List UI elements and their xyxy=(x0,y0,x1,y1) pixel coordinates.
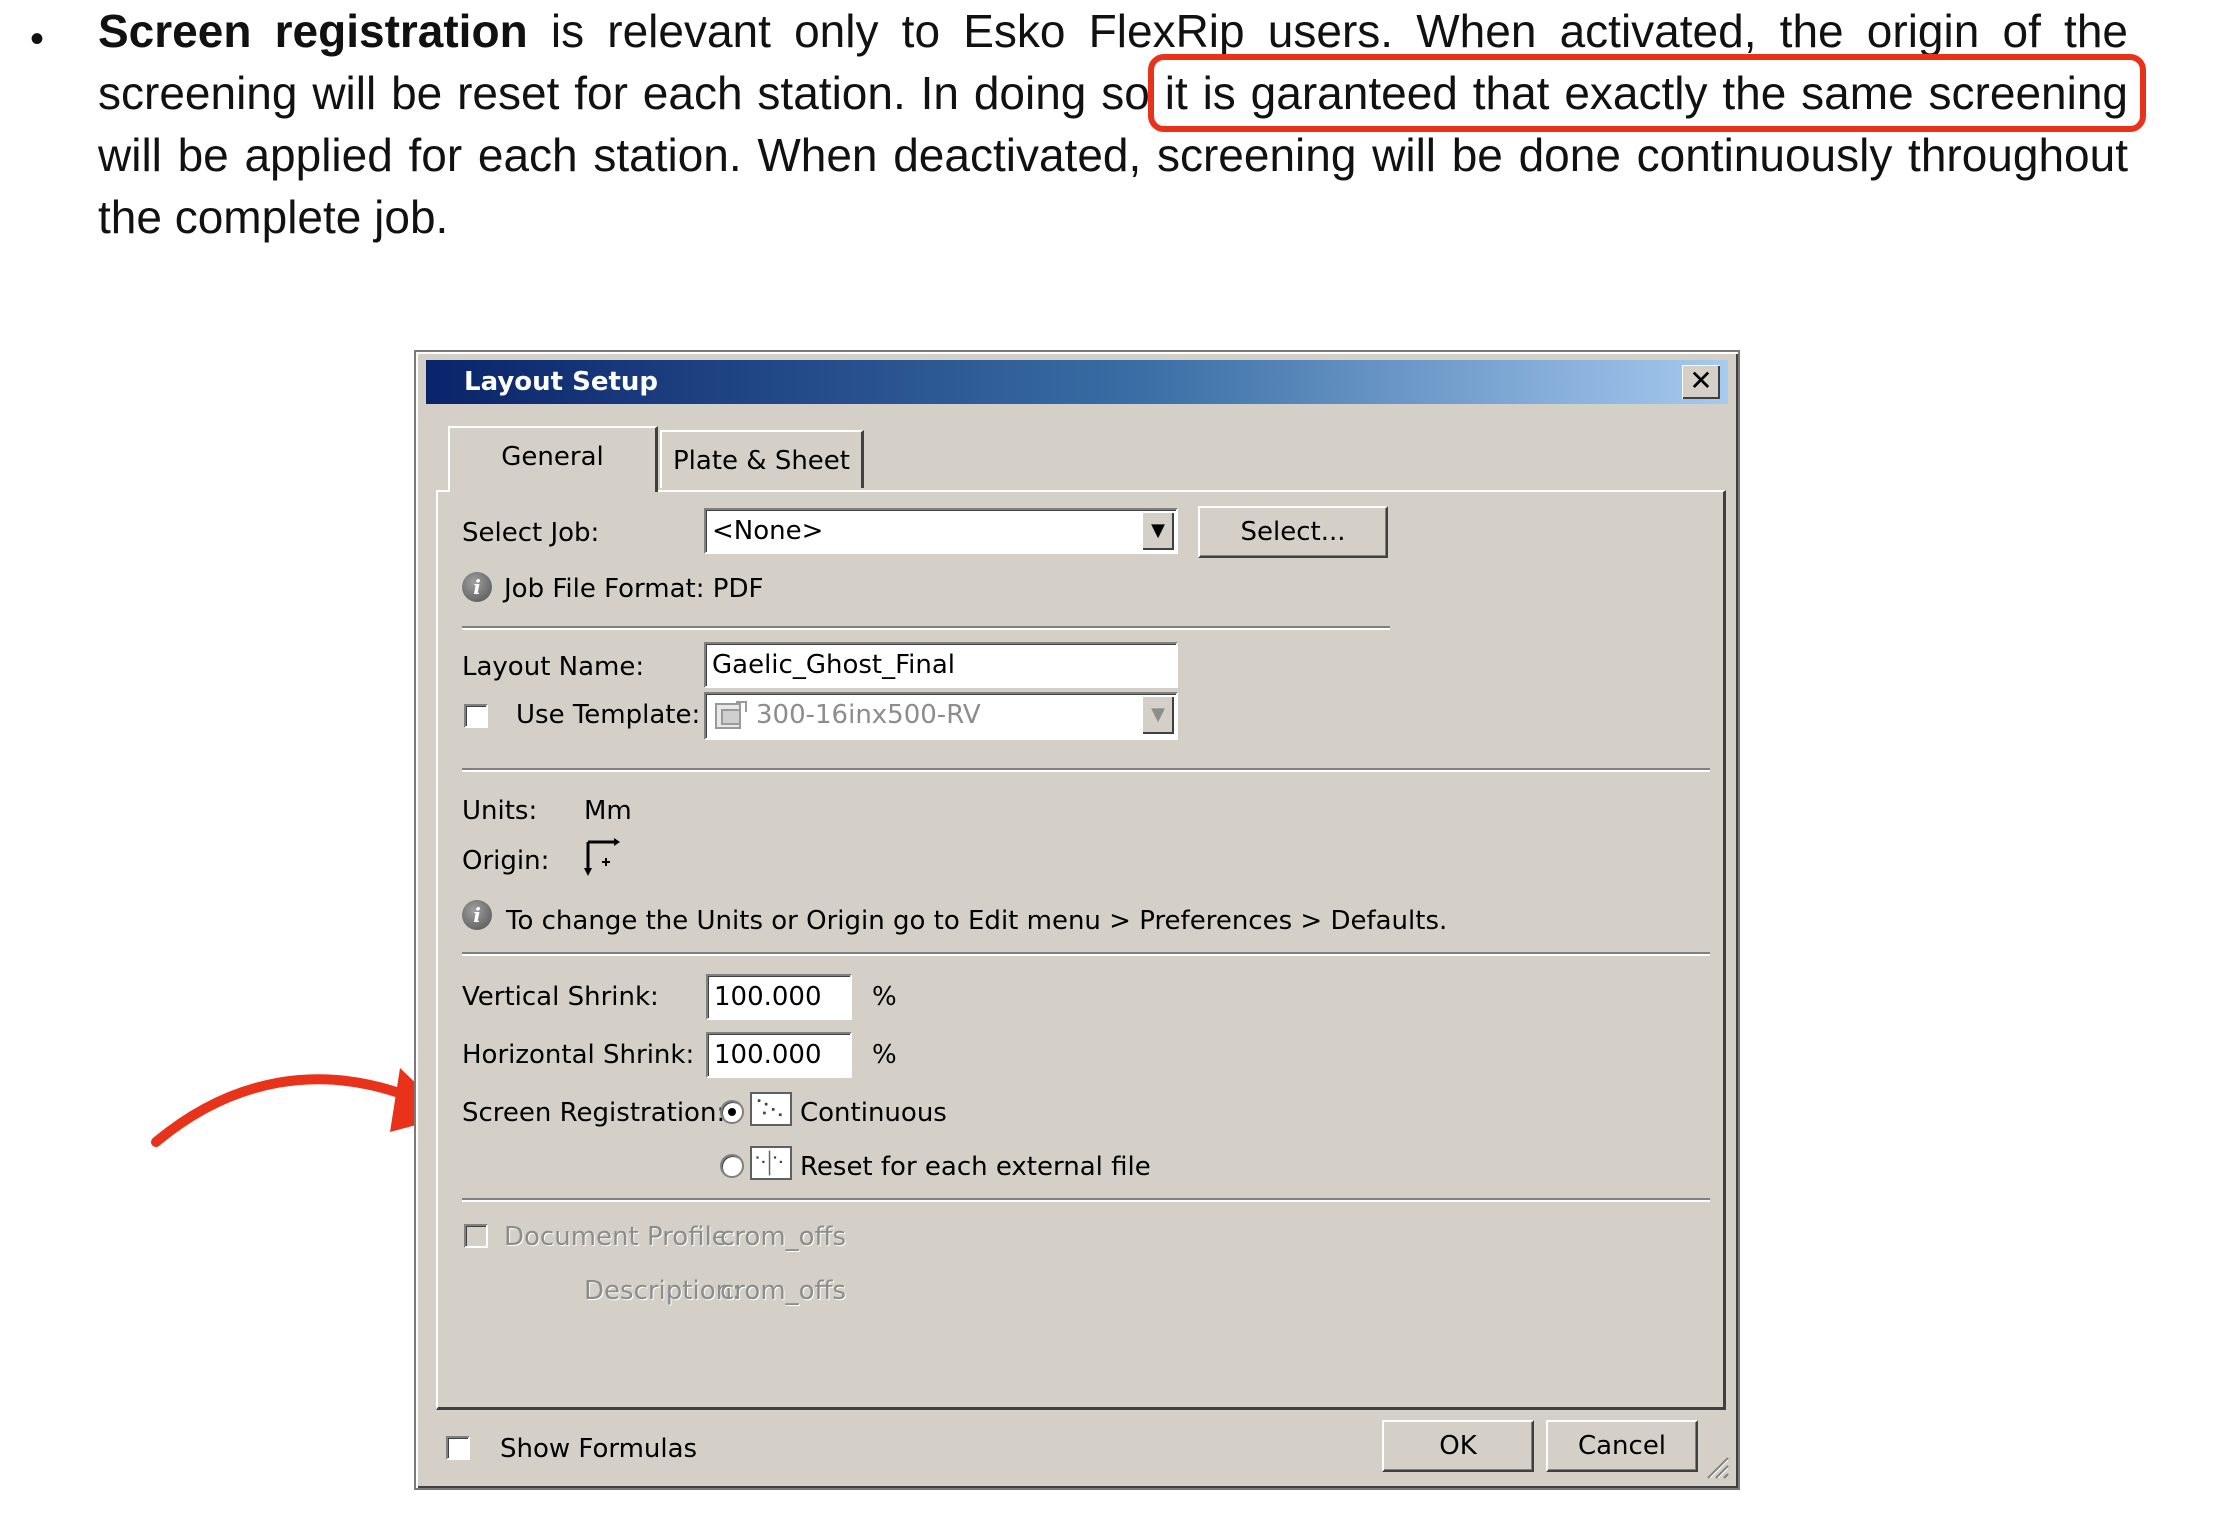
info-icon: i xyxy=(462,900,492,930)
resize-grip-icon[interactable] xyxy=(1704,1454,1730,1480)
units-note: To change the Units or Origin go to Edit… xyxy=(506,906,1448,936)
layout-name-label: Layout Name: xyxy=(462,652,645,682)
chevron-down-icon[interactable]: ▼ xyxy=(1142,512,1174,550)
lead-term: Screen registration xyxy=(98,5,528,57)
select-button[interactable]: Select... xyxy=(1198,506,1388,558)
template-dropdown[interactable]: 300-16inx500-RV ▼ xyxy=(704,692,1178,740)
origin-icon xyxy=(584,838,620,876)
reset-radio[interactable] xyxy=(720,1154,744,1178)
cancel-button[interactable]: Cancel xyxy=(1546,1420,1698,1472)
info-icon: i xyxy=(462,572,492,602)
ok-button[interactable]: OK xyxy=(1382,1420,1534,1472)
horizontal-shrink-input[interactable]: 100.000 xyxy=(706,1032,852,1078)
layout-setup-dialog: Layout Setup ✕ General Plate & Sheet Sel… xyxy=(414,350,1740,1490)
divider xyxy=(462,768,1710,772)
percent-unit: % xyxy=(872,1040,897,1070)
description-label: Description: xyxy=(584,1276,741,1306)
screen-registration-label: Screen Registration: xyxy=(462,1098,726,1128)
horizontal-shrink-label: Horizontal Shrink: xyxy=(462,1040,695,1070)
general-panel: Select Job: <None> ▼ Select... i Job Fil… xyxy=(436,490,1726,1410)
vertical-shrink-label: Vertical Shrink: xyxy=(462,982,659,1012)
description-value: crom_offs xyxy=(720,1276,847,1306)
dialog-titlebar: Layout Setup ✕ xyxy=(426,360,1728,404)
job-file-format: Job File Format: PDF xyxy=(504,574,764,604)
continuous-label: Continuous xyxy=(800,1098,947,1128)
tab-plate-sheet[interactable]: Plate & Sheet xyxy=(660,430,864,488)
origin-label: Origin: xyxy=(462,846,550,876)
tab-general[interactable]: General xyxy=(448,426,658,492)
screening-continuous-icon xyxy=(750,1092,792,1126)
paragraph-part-2: will be applied for each station. When d… xyxy=(98,129,2128,243)
document-profile-label: Document Profile: xyxy=(504,1222,737,1252)
percent-unit: % xyxy=(872,982,897,1012)
bullet: • xyxy=(30,17,45,61)
units-value: Mm xyxy=(584,796,632,826)
reset-label: Reset for each external file xyxy=(800,1152,1151,1182)
document-profile-value: crom_offs xyxy=(720,1222,847,1252)
layout-name-input[interactable]: Gaelic_Ghost_Final xyxy=(704,642,1178,688)
select-job-dropdown[interactable]: <None> ▼ xyxy=(704,508,1178,554)
highlight-box xyxy=(1148,54,2146,132)
close-icon[interactable]: ✕ xyxy=(1682,365,1720,399)
template-icon xyxy=(715,701,747,729)
continuous-radio[interactable] xyxy=(720,1100,744,1124)
divider xyxy=(462,626,1390,630)
document-text: • Screen registration is relevant only t… xyxy=(0,0,2226,330)
screening-reset-icon xyxy=(750,1146,792,1180)
select-job-value: <None> xyxy=(712,516,824,546)
show-formulas-checkbox[interactable] xyxy=(446,1436,470,1460)
use-template-label: Use Template: xyxy=(516,700,701,730)
units-label: Units: xyxy=(462,796,538,826)
dialog-title: Layout Setup xyxy=(464,367,659,397)
show-formulas-label: Show Formulas xyxy=(500,1434,698,1464)
template-value: 300-16inx500-RV xyxy=(756,700,981,730)
select-job-label: Select Job: xyxy=(462,518,600,548)
divider xyxy=(462,952,1710,956)
vertical-shrink-input[interactable]: 100.000 xyxy=(706,974,852,1020)
document-profile-checkbox[interactable] xyxy=(464,1224,488,1248)
use-template-checkbox[interactable] xyxy=(464,704,488,728)
divider xyxy=(462,1198,1710,1202)
chevron-down-icon[interactable]: ▼ xyxy=(1142,696,1174,734)
